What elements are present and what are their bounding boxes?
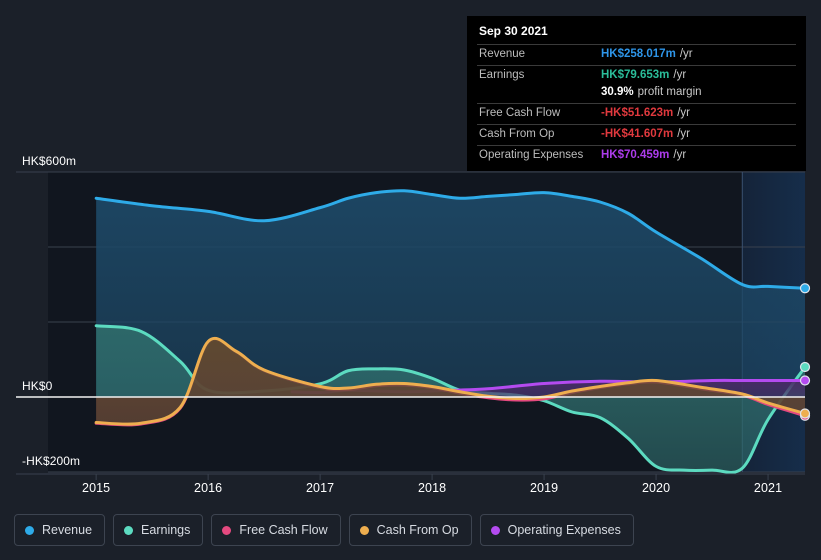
- legend-item-revenue[interactable]: Revenue: [14, 514, 106, 546]
- legend-color-dot-icon: [359, 525, 369, 535]
- legend-item-label: Revenue: [42, 523, 93, 537]
- y-axis-label-zero: HK$0: [22, 379, 53, 393]
- y-axis-label-top: HK$600m: [22, 154, 77, 168]
- financial-chart-page: HK$600m HK$0 -HK$200m 2015 2016 2017 2018 20…: [0, 0, 821, 560]
- x-axis-label-2015: 2015: [82, 481, 111, 495]
- tooltip-row-unit: /yr: [673, 69, 687, 81]
- legend-color-dot-icon: [222, 525, 232, 535]
- legend-item-cash-from-op[interactable]: Cash From Op: [348, 514, 472, 546]
- x-axis-label-2020: 2020: [641, 481, 671, 495]
- legend-item-operating-expenses[interactable]: Operating Expenses: [479, 514, 634, 546]
- x-axis-label-2018: 2018: [417, 481, 447, 495]
- tooltip-row-unit: profit margin: [637, 86, 702, 98]
- tooltip-row-key: Revenue: [479, 48, 526, 60]
- endpoint-marker-cash-from-op: [799, 408, 811, 419]
- tooltip-row-key: Operating Expenses: [479, 149, 584, 161]
- tooltip-row-value: HK$79.653m: [601, 69, 670, 81]
- tooltip-row-unit: /yr: [673, 149, 687, 161]
- tooltip-row-value: HK$70.459m: [601, 149, 670, 161]
- legend-item-label: Earnings: [141, 523, 191, 537]
- legend-color-dot-icon: [490, 525, 500, 535]
- tooltip-row-unit: /yr: [677, 128, 691, 140]
- endpoint-marker-operating-expenses: [799, 375, 811, 386]
- tooltip-row: Earnings HK$79.653m/yr: [477, 65, 796, 86]
- endpoint-marker-revenue: [799, 283, 811, 294]
- x-axis-label-2016: 2016: [194, 481, 223, 495]
- tooltip-row: Operating Expenses HK$70.459m/yr: [477, 145, 796, 166]
- data-tooltip: Sep 30 2021 Revenue HK$258.017m/yr Earning…: [467, 16, 806, 171]
- tooltip-row: Revenue HK$258.017m/yr: [477, 44, 796, 65]
- x-axis-label-2021: 2021: [753, 481, 783, 495]
- legend-color-dot-icon: [124, 525, 134, 535]
- x-axis-label-2017: 2017: [306, 481, 335, 495]
- tooltip-row-key: Cash From Op: [479, 128, 555, 140]
- tooltip-row-value: -HK$51.623m: [601, 107, 674, 119]
- tooltip-row-value: HK$258.017m: [601, 48, 676, 60]
- x-axis-label-2019: 2019: [529, 481, 559, 495]
- legend-item-label: Free Cash Flow: [239, 523, 328, 537]
- tooltip-rows: Revenue HK$258.017m/yr Earnings HK$79.653m /…: [477, 44, 796, 166]
- tooltip-row-value: -HK$41.607m: [601, 128, 674, 140]
- tooltip-row: Cash From Op -HK$41.607m/yr: [477, 124, 796, 145]
- tooltip-row: 30.9% profit margin: [477, 86, 796, 103]
- chart-legend[interactable]: Revenue Earnings Free Cash Flow Cash From O…: [14, 514, 634, 546]
- tooltip-row-key: Earnings: [479, 69, 525, 81]
- tooltip-row-value: 30.9%: [601, 86, 634, 98]
- legend-color-dot-icon: [25, 525, 34, 535]
- tooltip-date: Sep 30 2021: [479, 24, 548, 38]
- endpoint-marker-earnings: [799, 361, 811, 373]
- tooltip-row-key: Free Cash Flow: [479, 107, 561, 119]
- legend-item-label: Operating Expenses: [507, 523, 621, 537]
- tooltip-row-unit: /yr: [679, 48, 693, 60]
- legend-item-earnings[interactable]: Earnings: [113, 514, 204, 546]
- tooltip-row: Free Cash Flow -HK$51.623m/yr: [477, 103, 796, 124]
- legend-item-free-cash-flow[interactable]: Free Cash Flow: [211, 514, 341, 546]
- tooltip-row-unit: /yr: [677, 107, 691, 119]
- y-axis-label-bottom: -HK$200m: [22, 454, 81, 468]
- legend-item-label: Cash From Op: [376, 523, 459, 537]
